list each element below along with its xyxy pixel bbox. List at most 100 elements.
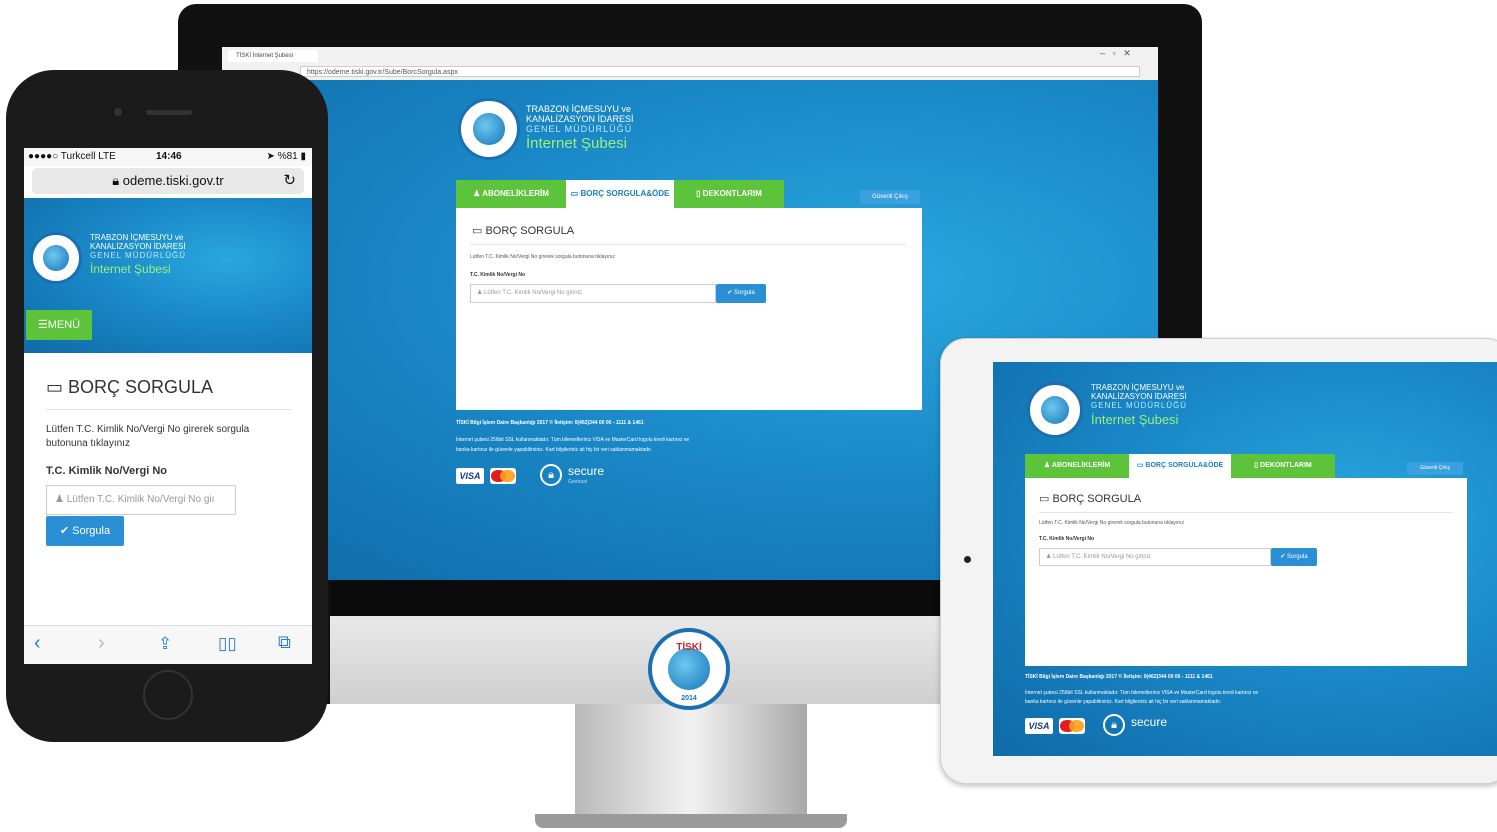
logout-button[interactable]: Güvenli Çıkış: [860, 190, 920, 204]
secure-badge-sub: Geotrust: [568, 479, 588, 485]
phone-panel: ▭ BORÇ SORGULA Lütfen T.C. Kimlik No/Ver…: [24, 353, 312, 625]
field-label: T.C. Kimlik No/Vergi No: [1039, 536, 1095, 542]
instruction-text: Lütfen T.C. Kimlik No/Vergi No girerek s…: [1039, 520, 1184, 526]
lock-icon: 🔒︎: [1103, 714, 1125, 736]
tablet-camera: [964, 556, 971, 563]
maximize-icon[interactable]: ▫: [1113, 48, 1116, 58]
user-icon: ♟: [1043, 462, 1052, 469]
lock-icon: 🔒︎: [540, 464, 562, 486]
sorgula-button[interactable]: ✔ Sorgula: [716, 284, 766, 303]
menu-button[interactable]: ☰MENÜ: [26, 310, 92, 340]
logout-button[interactable]: Güvenli Çıkış: [1407, 462, 1463, 475]
tab-dekontlar[interactable]: ▯ DEKONTLARIM: [674, 180, 784, 208]
divider: [46, 409, 292, 410]
browser-tab[interactable]: TİSKİ İnternet Şubesi: [228, 50, 318, 62]
visa-logo: VISA: [456, 468, 484, 484]
footer-line2: İnternet şubesi 256bit SSL kullanmaktadı…: [456, 437, 690, 443]
footer-line1: TİSKİ Bilgi İşlem Daire Başkanlığı 2017 …: [1025, 674, 1213, 680]
logo-emblem-icon: [1027, 382, 1083, 438]
emblem-year: 2014: [681, 695, 697, 702]
site-brand: İnternet Şubesi: [526, 135, 627, 153]
credit-card-icon: ▭: [1039, 493, 1053, 505]
phone-browser-toolbar: ‹ › ⇪ ▯▯ ⧉: [24, 625, 312, 664]
site-brand: İnternet Şubesi: [1091, 411, 1179, 427]
footer-line3: banka kartınız ile güvenle yapabilirsini…: [1025, 699, 1222, 705]
visa-logo: VISA: [1025, 718, 1053, 734]
check-icon: ✔: [727, 290, 734, 296]
field-label: T.C. Kimlik No/Vergi No: [46, 465, 168, 477]
check-icon: ✔: [59, 525, 73, 537]
borc-panel: ▭ BORÇ SORGULA Lütfen T.C. Kimlik No/Ver…: [456, 208, 922, 410]
org-line3: GENEL MÜDÜRLÜĞÜ: [1091, 400, 1188, 410]
tab-abonelikler[interactable]: ♟ ABONELİKLERİM: [1025, 454, 1129, 478]
footer-line3: banka kartınız ile güvenle yapabilirsini…: [456, 447, 653, 453]
user-icon: ♟: [55, 494, 67, 505]
tab-abonelikler[interactable]: ♟ ABONELİKLERİM: [456, 180, 566, 208]
lock-icon: 🔒︎: [112, 173, 123, 188]
user-icon: ♟: [477, 290, 485, 296]
site-brand: İnternet Şubesi: [90, 261, 171, 276]
divider: [470, 244, 906, 245]
site-logo-text: TRABZON İÇMESUYU ve KANALİZASYON İDARESİ…: [526, 104, 634, 153]
tc-kimlik-input[interactable]: ♟ Lütfen T.C. Kimlik No/Vergi No giriniz: [470, 284, 716, 303]
monitor-base: [535, 814, 847, 828]
instruction-text: Lütfen T.C. Kimlik No/Vergi No girerek s…: [470, 254, 615, 260]
tab-borc-sorgula[interactable]: ▭ BORÇ SORGULA&ÖDE: [566, 180, 674, 208]
panel-title: ▭ BORÇ SORGULA: [46, 377, 214, 397]
minimize-icon[interactable]: –: [1100, 48, 1105, 58]
address-bar[interactable]: https://odeme.tiski.gov.tr/Sube/BorcSorg…: [300, 66, 1140, 77]
credit-card-icon: ▭: [472, 225, 486, 237]
credit-card-icon: ▭: [46, 377, 69, 397]
back-icon[interactable]: ‹: [34, 632, 41, 655]
monitor-stand: [575, 700, 807, 818]
secure-badge: secure: [1131, 715, 1168, 729]
status-bar: ●●●●○ Turkcell LTE 14:46 ➤ %81 ▮: [24, 148, 312, 166]
org-line1: TRABZON İÇMESUYU ve: [526, 104, 632, 114]
field-label: T.C. Kimlik No/Vergi No: [470, 272, 526, 278]
tc-kimlik-input[interactable]: ♟ Lütfen T.C. Kimlik No/Vergi No giı: [46, 485, 236, 515]
forward-icon[interactable]: ›: [98, 632, 105, 655]
site-logo-text: TRABZON İÇMESUYU ve KANALİZASYON İDARESİ…: [90, 233, 187, 276]
mastercard-logo: [1059, 718, 1085, 734]
tablet-site: TRABZON İÇMESUYU ve KANALİZASYON İDARESİ…: [993, 362, 1497, 756]
document-icon: ▯: [696, 189, 703, 198]
share-icon[interactable]: ⇪: [158, 634, 172, 654]
phone-speaker: [146, 110, 192, 115]
card-icon: ▭: [570, 189, 581, 198]
footer-line2: İnternet şubesi 256bit SSL kullanmaktadı…: [1025, 690, 1259, 696]
phone-camera: [114, 108, 122, 116]
panel-title: ▭ BORÇ SORGULA: [1039, 493, 1142, 505]
footer-line1: TİSKİ Bilgi İşlem Daire Başkanlığı 2017 …: [456, 420, 644, 426]
user-icon: ♟: [473, 189, 483, 198]
logo-emblem-icon: [458, 98, 520, 160]
sorgula-button[interactable]: ✔ Sorgula: [1271, 548, 1317, 566]
close-icon[interactable]: ✕: [1123, 48, 1131, 58]
tc-kimlik-input[interactable]: ♟ Lütfen T.C. Kimlik No/Vergi No giriniz: [1039, 548, 1271, 566]
emblem-label: TİSKİ: [676, 642, 702, 653]
tabs-icon[interactable]: ⧉: [278, 632, 291, 653]
carrier-label: ●●●●○ Turkcell LTE: [28, 151, 116, 162]
site-logo-text: TRABZON İÇMESUYU ve KANALİZASYON İDARESİ…: [1091, 383, 1188, 427]
location-icon: ➤: [266, 151, 278, 162]
reload-icon[interactable]: ↻: [283, 168, 296, 194]
tab-dekontlar[interactable]: ▯ DEKONTLARIM: [1231, 454, 1335, 478]
org-line2: KANALİZASYON İDARESİ: [526, 114, 634, 125]
home-button[interactable]: [143, 670, 193, 720]
borc-panel: ▭ BORÇ SORGULA Lütfen T.C. Kimlik No/Ver…: [1025, 478, 1467, 666]
panel-title: ▭ BORÇ SORGULA: [472, 225, 575, 237]
user-icon: ♟: [1046, 554, 1054, 560]
org-line3: GENEL MÜDÜRLÜĞÜ: [526, 124, 633, 135]
tab-borc-sorgula[interactable]: ▭ BORÇ SORGULA&ÖDE: [1129, 454, 1231, 478]
sorgula-button[interactable]: ✔ Sorgula: [46, 516, 124, 546]
phone-address-bar[interactable]: 🔒︎ odeme.tiski.gov.tr ↻: [32, 168, 304, 194]
clock-label: 14:46: [156, 151, 182, 162]
hamburger-icon: ☰: [37, 319, 48, 331]
monitor-chin-emblem: TİSKİ 2014: [648, 628, 730, 710]
check-icon: ✔: [1280, 554, 1287, 560]
divider: [1039, 512, 1453, 513]
bookmarks-icon[interactable]: ▯▯: [218, 634, 237, 654]
mastercard-logo: [490, 468, 516, 484]
secure-badge: secure: [568, 464, 605, 478]
battery-icon: ▮: [297, 151, 306, 162]
org-line3: GENEL MÜDÜRLÜĞÜ: [90, 250, 187, 260]
